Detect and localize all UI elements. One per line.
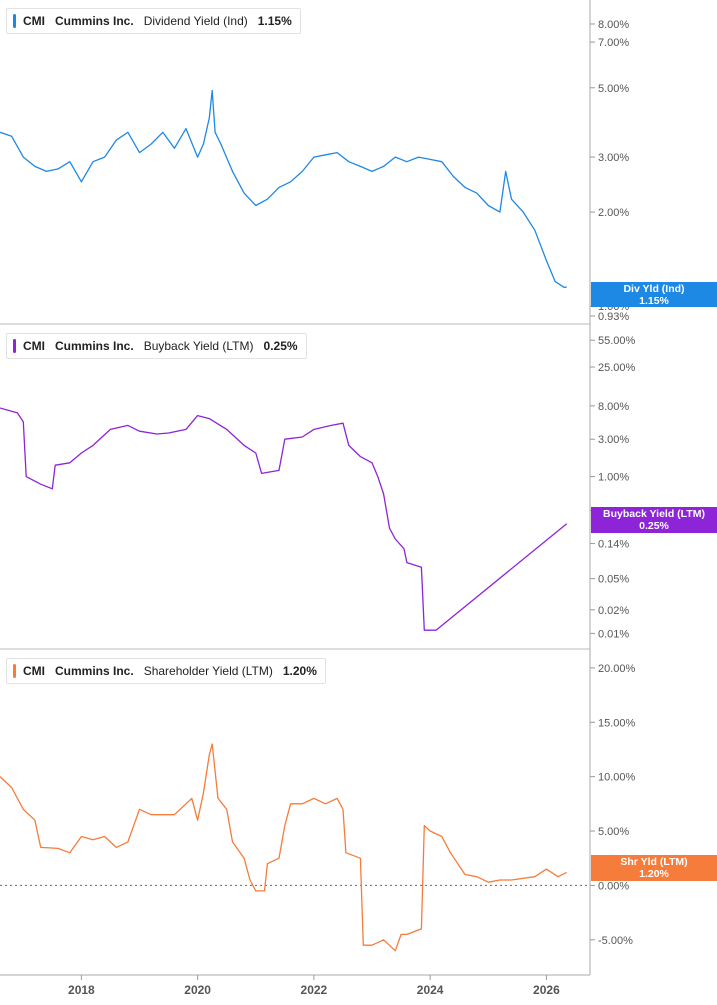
y-tick-label: 3.00% [598, 152, 629, 164]
y-tick-label: 20.00% [598, 663, 636, 675]
y-tick-label: 3.00% [598, 434, 629, 446]
y-tick-label: 55.00% [598, 335, 636, 347]
legend-value: 1.20% [282, 664, 317, 678]
y-tick-label: 5.00% [598, 83, 629, 95]
legend-value: 1.15% [257, 14, 292, 28]
y-tick-label: 1.00% [598, 472, 629, 484]
legend-company: Cummins Inc. [55, 339, 134, 353]
x-tick-label: 2026 [533, 983, 560, 997]
flag-value: 0.25% [639, 520, 669, 532]
y-tick-label: 0.01% [598, 628, 629, 640]
legend-ticker: CMI [23, 14, 45, 28]
flag-value: 1.15% [639, 295, 669, 307]
x-tick-label: 2024 [417, 983, 444, 997]
legend-metric: Buyback Yield (LTM) [143, 339, 254, 353]
y-tick-label: 2.00% [598, 207, 629, 219]
y-tick-label: 5.00% [598, 826, 629, 838]
last-value-flag-dividend: Div Yld (Ind) 1.15% [591, 282, 717, 307]
x-tick-label: 2018 [68, 983, 95, 997]
y-tick-label: 0.93% [598, 311, 629, 323]
y-tick-label: 10.00% [598, 772, 636, 784]
y-tick-label: 0.05% [598, 574, 629, 586]
last-value-flag-shareholder: Shr Yld (LTM) 1.20% [591, 855, 717, 881]
y-tick-label: 7.00% [598, 37, 629, 49]
legend-ticker: CMI [23, 339, 45, 353]
last-value-flag-buyback: Buyback Yield (LTM) 0.25% [591, 507, 717, 533]
series-line [0, 743, 567, 952]
legend-swatch [13, 664, 16, 678]
y-tick-label: 0.14% [598, 539, 629, 551]
y-tick-label: 25.00% [598, 362, 636, 374]
x-tick-label: 2020 [184, 983, 211, 997]
legend-swatch [13, 14, 16, 28]
flag-label: Buyback Yield (LTM) [603, 508, 705, 520]
legend-metric: Dividend Yield (Ind) [143, 14, 248, 28]
y-tick-label: -5.00% [598, 935, 633, 947]
legend-value: 0.25% [263, 339, 298, 353]
legend-dividend-yield: CMI Cummins Inc. Dividend Yield (Ind) 1.… [6, 8, 301, 34]
legend-company: Cummins Inc. [55, 664, 134, 678]
legend-buyback-yield: CMI Cummins Inc. Buyback Yield (LTM) 0.2… [6, 333, 307, 359]
legend-metric: Shareholder Yield (LTM) [143, 664, 273, 678]
flag-value: 1.20% [639, 868, 669, 880]
flag-label: Shr Yld (LTM) [620, 856, 688, 868]
y-tick-label: 0.00% [598, 880, 629, 892]
legend-ticker: CMI [23, 664, 45, 678]
legend-shareholder-yield: CMI Cummins Inc. Shareholder Yield (LTM)… [6, 658, 326, 684]
legend-swatch [13, 339, 16, 353]
y-tick-label: 8.00% [598, 19, 629, 31]
series-line [0, 89, 567, 288]
series-line [0, 407, 568, 631]
flag-label: Div Yld (Ind) [623, 283, 685, 295]
y-tick-label: 8.00% [598, 401, 629, 413]
y-tick-label: 15.00% [598, 717, 636, 729]
legend-company: Cummins Inc. [55, 14, 134, 28]
y-tick-label: 0.02% [598, 605, 629, 617]
x-tick-label: 2022 [301, 983, 328, 997]
